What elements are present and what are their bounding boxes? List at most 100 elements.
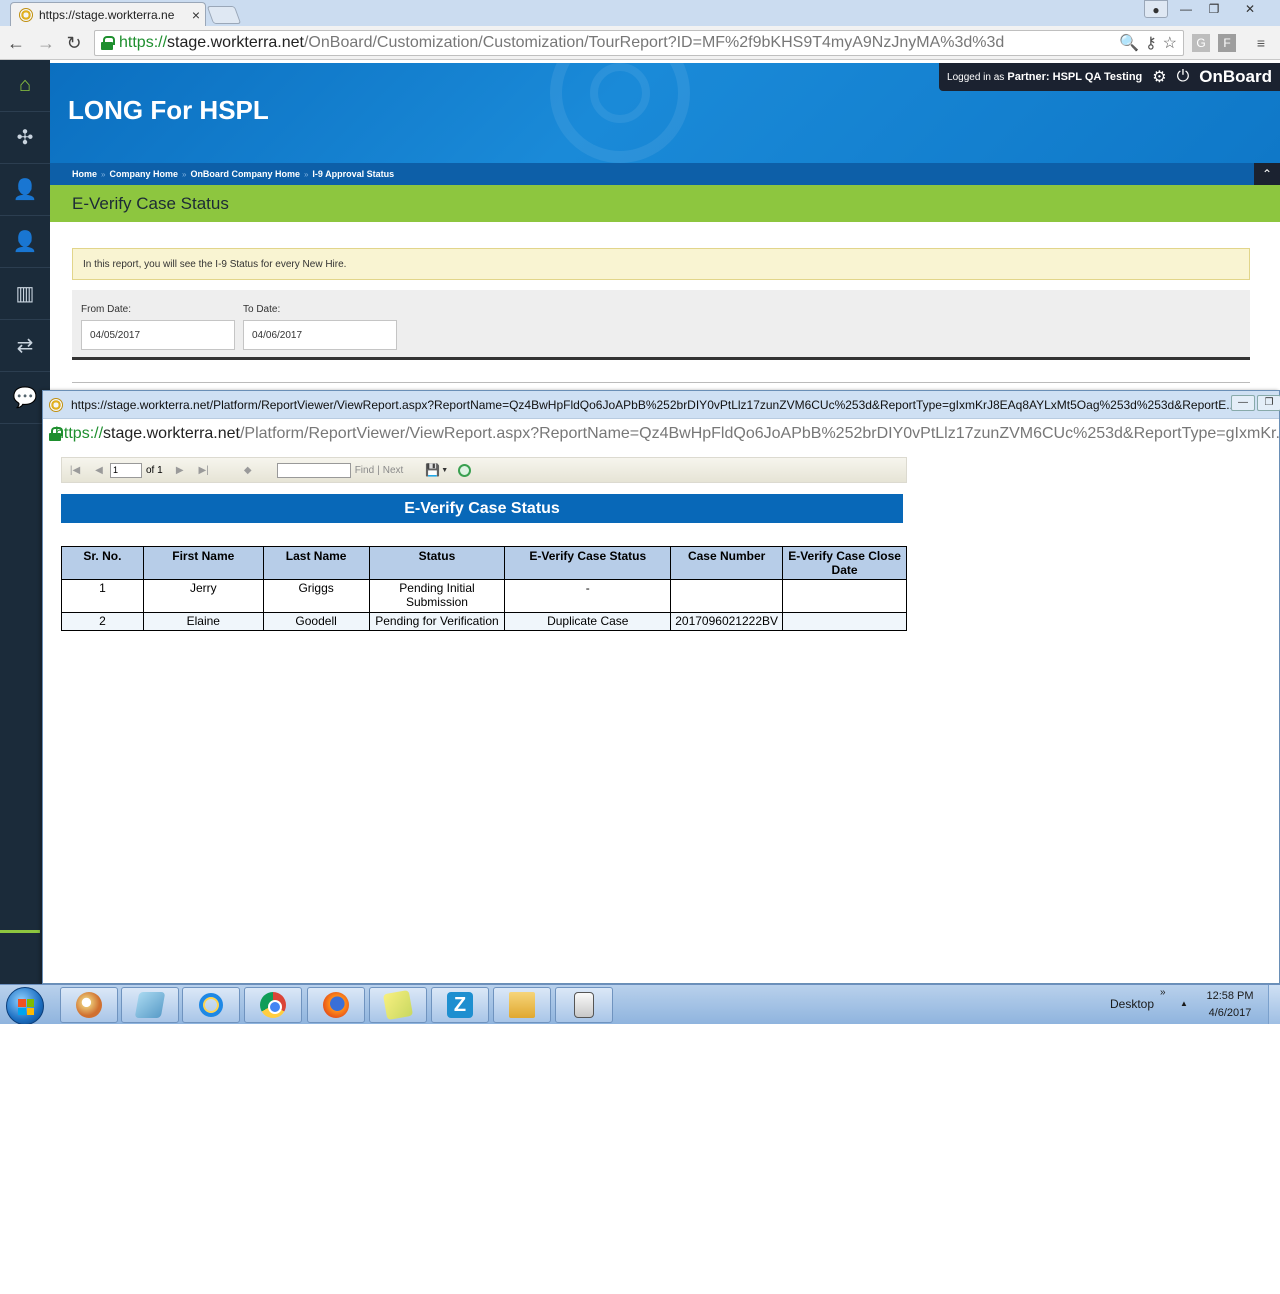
- popup-maximize-button[interactable]: ❐: [1257, 395, 1280, 411]
- desktop-toolbar-label[interactable]: Desktop: [1110, 997, 1154, 1011]
- tab-close-icon[interactable]: ×: [187, 7, 205, 23]
- back-to-parent-icon[interactable]: ◆: [241, 465, 255, 476]
- table-cell: Goodell: [262, 612, 370, 631]
- screen: https://stage.workterra.ne × ● — ❐ ✕ ← →…: [0, 0, 1280, 1024]
- maximize-button[interactable]: ❐: [1200, 0, 1228, 18]
- power-icon[interactable]: ⏻: [1177, 68, 1190, 86]
- clock-time[interactable]: 12:58 PM: [1204, 990, 1256, 1002]
- table-cell: 1: [61, 579, 144, 613]
- firefox-icon: [323, 992, 349, 1018]
- breadcrumb-company-home[interactable]: Company Home: [109, 169, 178, 179]
- page-count-label: of 1: [146, 464, 163, 476]
- page-title: E-Verify Case Status: [50, 185, 1280, 222]
- brand-logo: OnBoard: [1199, 67, 1272, 86]
- taskbar-notepad-button[interactable]: [121, 987, 179, 1023]
- popup-url-path: /Platform/ReportViewer/ViewReport.aspx?R…: [239, 425, 1280, 442]
- to-date-label: To Date:: [243, 304, 281, 315]
- extension-f-icon[interactable]: F: [1218, 34, 1236, 52]
- clock-date[interactable]: 4/6/2017: [1204, 1007, 1256, 1019]
- export-save-icon[interactable]: 💾: [425, 463, 440, 477]
- report-viewer-toolbar: |◀ ◀ 1 of 1 ▶ ▶| ◆ Find | Next 💾 ▼: [61, 457, 907, 483]
- menu-icon[interactable]: ≡: [1252, 34, 1270, 52]
- taskbar-clipboard-button[interactable]: [555, 987, 613, 1023]
- chevron-right-icon[interactable]: »: [1160, 987, 1166, 998]
- transfer-icon[interactable]: ⇄: [0, 320, 50, 372]
- user-bar: Logged in as Partner: HSPL QA Testing ⚙ …: [939, 63, 1280, 91]
- folder-icon: [509, 992, 535, 1018]
- column-header: E-Verify Case Status: [504, 546, 672, 580]
- from-date-field[interactable]: 04/05/2017: [81, 320, 235, 350]
- forward-arrow-icon[interactable]: →: [36, 33, 56, 53]
- puzzle-icon[interactable]: ✣: [0, 112, 50, 164]
- taskbar-paint-button[interactable]: [60, 987, 118, 1023]
- gear-icon[interactable]: ⚙: [1152, 67, 1166, 87]
- browser-toolbar: ← → ↻ https://stage.workterra.net/OnBoar…: [0, 26, 1280, 60]
- previous-page-icon[interactable]: ◀: [92, 465, 106, 476]
- table-header-row: Sr. No. First Name Last Name Status E-Ve…: [61, 546, 907, 580]
- find-text-input[interactable]: [276, 462, 351, 478]
- find-next-link[interactable]: Next: [383, 465, 404, 476]
- table-cell: Duplicate Case: [504, 612, 672, 631]
- bar-chart-icon[interactable]: ▥: [0, 268, 50, 320]
- find-separator: |: [377, 464, 380, 476]
- sticky-notes-icon: [382, 989, 414, 1021]
- taskbar-firefox-button[interactable]: [307, 987, 365, 1023]
- user-add-icon[interactable]: 👤: [0, 164, 50, 216]
- filter-panel: From Date: 04/05/2017 To Date: 04/06/201…: [72, 290, 1250, 360]
- next-page-icon[interactable]: ▶: [173, 465, 187, 476]
- browser-tab-active[interactable]: https://stage.workterra.ne ×: [10, 2, 206, 26]
- taskbar-ie-button[interactable]: [182, 987, 240, 1023]
- home-icon[interactable]: ⌂: [0, 60, 50, 112]
- login-prefix: Logged in as: [947, 72, 1005, 83]
- taskbar-explorer-button[interactable]: [493, 987, 551, 1023]
- key-icon[interactable]: ⚷: [1145, 33, 1157, 53]
- start-button[interactable]: [6, 987, 44, 1024]
- user-icon[interactable]: 👤: [0, 216, 50, 268]
- report-popup-window: https://stage.workterra.net/Platform/Rep…: [42, 390, 1280, 984]
- popup-minimize-button[interactable]: —: [1231, 395, 1255, 411]
- refresh-icon[interactable]: [458, 463, 472, 477]
- page-number-input[interactable]: 1: [110, 462, 142, 478]
- collapse-chevron-icon[interactable]: ⌃: [1254, 163, 1280, 185]
- find-link[interactable]: Find: [355, 465, 374, 476]
- taskbar-chrome-button[interactable]: [244, 987, 302, 1023]
- column-header: Case Number: [670, 546, 784, 580]
- windows-logo-icon: [18, 999, 34, 1015]
- bookmark-star-icon[interactable]: ☆: [1163, 33, 1177, 53]
- show-desktop-button[interactable]: [1268, 985, 1280, 1024]
- table-cell: Pending Initial Submission: [368, 579, 506, 613]
- popup-url-host: stage.workterra.net: [103, 425, 240, 442]
- minimize-button[interactable]: —: [1172, 0, 1200, 18]
- back-arrow-icon[interactable]: ←: [6, 33, 26, 53]
- taskbar-sticky-notes-button[interactable]: [369, 987, 427, 1023]
- paint-icon: [76, 992, 102, 1018]
- close-window-button[interactable]: ✕: [1236, 0, 1264, 18]
- table-cell: -: [504, 579, 672, 613]
- site-favicon-icon: [19, 7, 33, 22]
- last-page-icon[interactable]: ▶|: [197, 465, 211, 476]
- partner-label: Partner:: [1007, 71, 1050, 83]
- url-path: /OnBoard/Customization/Customization/Tou…: [303, 34, 1005, 51]
- table-cell: [670, 579, 784, 613]
- column-header: Status: [368, 546, 506, 580]
- extension-g-icon[interactable]: G: [1192, 34, 1210, 52]
- export-dropdown-icon[interactable]: ▼: [441, 467, 448, 474]
- tray-expand-icon[interactable]: ▲: [1180, 999, 1188, 1008]
- table-cell: Pending for Verification: [368, 612, 506, 631]
- breadcrumb-home[interactable]: Home: [72, 169, 97, 179]
- breadcrumb-onboard-company-home[interactable]: OnBoard Company Home: [190, 169, 300, 179]
- new-tab-button[interactable]: [206, 6, 242, 24]
- popup-address-bar[interactable]: https://stage.workterra.net/Platform/Rep…: [49, 421, 1280, 447]
- to-date-field[interactable]: 04/06/2017: [243, 320, 397, 350]
- notepad-icon: [134, 992, 166, 1018]
- profile-icon[interactable]: ●: [1144, 0, 1168, 18]
- zoom-icon[interactable]: 🔍: [1119, 33, 1139, 53]
- first-page-icon[interactable]: |◀: [68, 465, 82, 476]
- omnibox-icons: 🔍 ⚷ ☆: [1119, 33, 1177, 53]
- app-header: LONG For HSPL Logged in as Partner: HSPL…: [50, 63, 1280, 163]
- reload-icon[interactable]: ↻: [64, 33, 84, 53]
- taskbar-z-app-button[interactable]: Z: [431, 987, 489, 1023]
- breadcrumb-i9-approval-status[interactable]: I-9 Approval Status: [312, 169, 394, 179]
- report-title: E-Verify Case Status: [61, 494, 903, 523]
- address-bar[interactable]: https://stage.workterra.net/OnBoard/Cust…: [94, 30, 1184, 56]
